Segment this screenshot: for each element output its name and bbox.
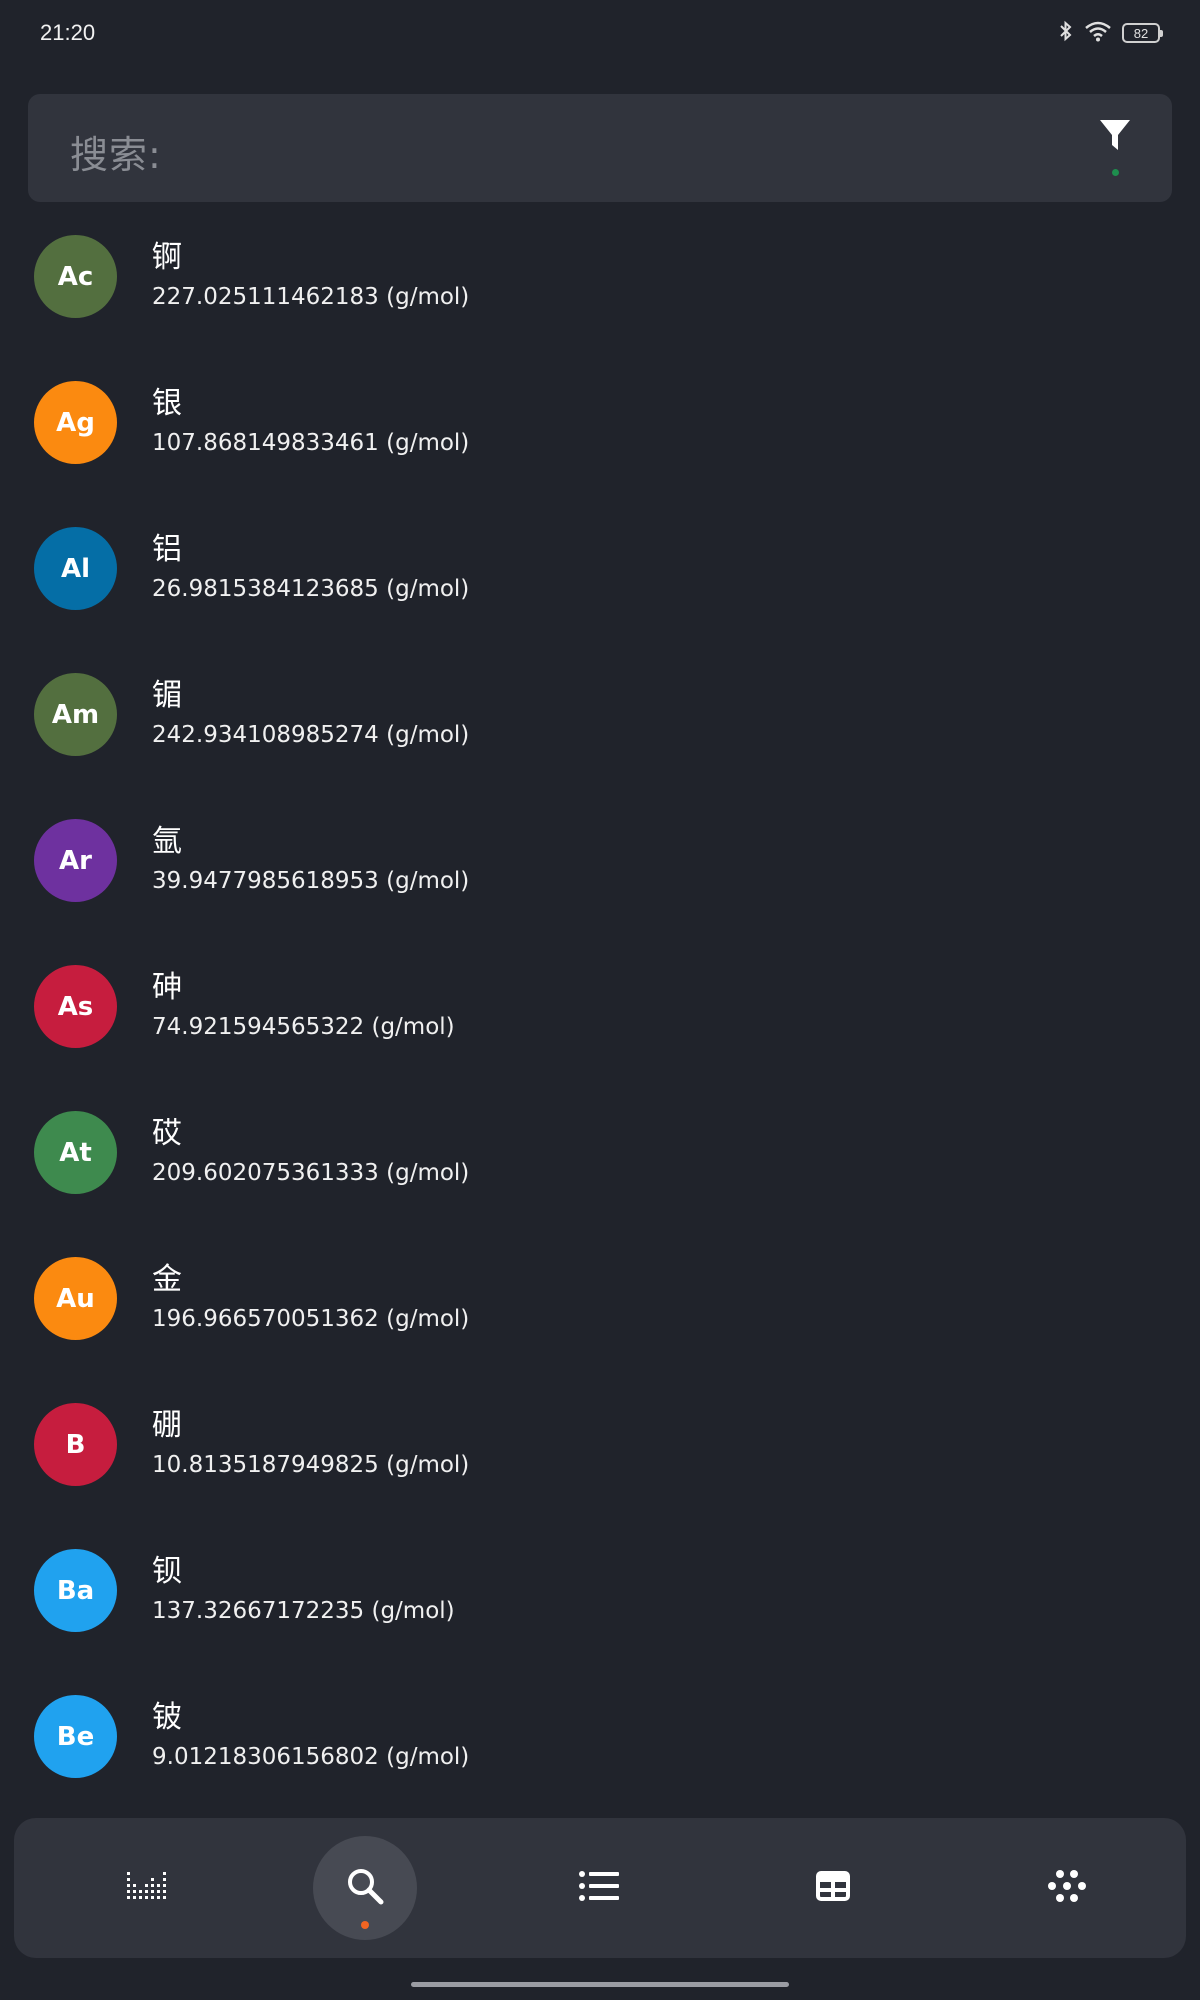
element-name: 锕 bbox=[152, 240, 182, 275]
list-item[interactable]: Ar 氩 39.9477985618953 (g/mol) bbox=[0, 792, 1200, 938]
element-symbol-badge: Al bbox=[34, 527, 117, 610]
element-atomic-mass: 227.025111462183 (g/mol) bbox=[152, 284, 470, 310]
list-item[interactable]: As 砷 74.921594565322 (g/mol) bbox=[0, 938, 1200, 1084]
list-icon bbox=[579, 1870, 619, 1906]
battery-icon: 82 bbox=[1122, 23, 1163, 43]
bluetooth-icon bbox=[1058, 20, 1074, 46]
element-symbol-badge: At bbox=[34, 1111, 117, 1194]
element-symbol-badge: Ba bbox=[34, 1549, 117, 1632]
list-item[interactable]: Ba 钡 137.32667172235 (g/mol) bbox=[0, 1522, 1200, 1668]
bar-chart-icon bbox=[126, 1870, 170, 1906]
nav-table[interactable] bbox=[781, 1836, 885, 1940]
element-name: 硼 bbox=[152, 1408, 182, 1443]
table-icon bbox=[816, 1871, 850, 1905]
element-symbol-badge: As bbox=[34, 965, 117, 1048]
list-item[interactable]: Au 金 196.966570051362 (g/mol) bbox=[0, 1230, 1200, 1376]
element-name: 铍 bbox=[152, 1700, 182, 1735]
element-atomic-mass: 10.8135187949825 (g/mol) bbox=[152, 1452, 470, 1478]
filter-button[interactable] bbox=[1086, 118, 1144, 184]
search-label: 搜索: bbox=[70, 133, 162, 177]
element-atomic-mass: 209.602075361333 (g/mol) bbox=[152, 1160, 470, 1186]
list-item[interactable]: B 硼 10.8135187949825 (g/mol) bbox=[0, 1376, 1200, 1522]
element-name: 镅 bbox=[152, 678, 182, 713]
nav-active-dot bbox=[361, 1921, 369, 1929]
list-item[interactable]: Am 镅 242.934108985274 (g/mol) bbox=[0, 646, 1200, 792]
element-atomic-mass: 196.966570051362 (g/mol) bbox=[152, 1306, 470, 1332]
element-symbol-badge: Ag bbox=[34, 381, 117, 464]
search-icon bbox=[346, 1867, 384, 1909]
filter-active-dot bbox=[1112, 169, 1119, 176]
wifi-icon bbox=[1084, 20, 1112, 46]
element-atomic-mass: 26.9815384123685 (g/mol) bbox=[152, 576, 470, 602]
element-name: 铝 bbox=[152, 532, 182, 567]
element-list: Ac 锕 227.025111462183 (g/mol) Ag 银 107.868149… bbox=[0, 208, 1200, 1808]
element-symbol-badge: B bbox=[34, 1403, 117, 1486]
element-name: 砷 bbox=[152, 970, 182, 1005]
status-time: 21:20 bbox=[40, 20, 96, 45]
element-name: 钡 bbox=[152, 1554, 182, 1589]
element-symbol-badge: Be bbox=[34, 1695, 117, 1778]
element-atomic-mass: 107.868149833461 (g/mol) bbox=[152, 430, 470, 456]
list-item[interactable]: Ac 锕 227.025111462183 (g/mol) bbox=[0, 208, 1200, 354]
status-bar: 21:20 82 bbox=[0, 0, 1200, 66]
element-symbol-badge: Au bbox=[34, 1257, 117, 1340]
home-indicator[interactable] bbox=[411, 1982, 789, 1987]
element-symbol-badge: Ac bbox=[34, 235, 117, 318]
element-atomic-mass: 39.9477985618953 (g/mol) bbox=[152, 868, 470, 894]
element-atomic-mass: 74.921594565322 (g/mol) bbox=[152, 1014, 455, 1040]
nav-dots-grid[interactable] bbox=[1015, 1836, 1119, 1940]
battery-level: 82 bbox=[1133, 25, 1149, 41]
search-bar[interactable]: 搜索: bbox=[28, 94, 1172, 202]
element-name: 砹 bbox=[152, 1116, 182, 1151]
filter-icon bbox=[1099, 118, 1131, 158]
list-item[interactable]: Al 铝 26.9815384123685 (g/mol) bbox=[0, 500, 1200, 646]
element-symbol-badge: Am bbox=[34, 673, 117, 756]
element-atomic-mass: 9.01218306156802 (g/mol) bbox=[152, 1744, 470, 1770]
list-item[interactable]: Ag 银 107.868149833461 (g/mol) bbox=[0, 354, 1200, 500]
element-name: 氩 bbox=[152, 824, 182, 859]
element-symbol-badge: Ar bbox=[34, 819, 117, 902]
nav-search[interactable] bbox=[313, 1836, 417, 1940]
list-item[interactable]: Be 铍 9.01218306156802 (g/mol) bbox=[0, 1668, 1200, 1814]
dots-grid-icon bbox=[1047, 1869, 1087, 1907]
list-item[interactable]: At 砹 209.602075361333 (g/mol) bbox=[0, 1084, 1200, 1230]
element-name: 金 bbox=[152, 1262, 182, 1297]
status-icons: 82 bbox=[1058, 20, 1163, 46]
element-atomic-mass: 242.934108985274 (g/mol) bbox=[152, 722, 470, 748]
element-name: 银 bbox=[152, 386, 182, 421]
nav-list[interactable] bbox=[547, 1836, 651, 1940]
element-atomic-mass: 137.32667172235 (g/mol) bbox=[152, 1598, 455, 1624]
nav-bar-chart[interactable] bbox=[96, 1836, 200, 1940]
bottom-nav bbox=[14, 1818, 1186, 1958]
